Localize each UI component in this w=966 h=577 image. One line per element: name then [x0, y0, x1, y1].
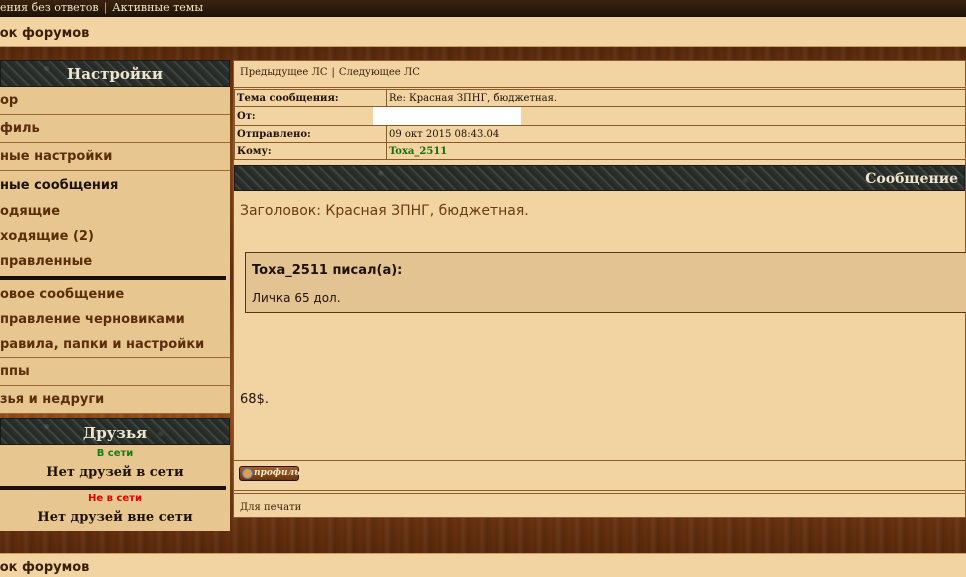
profile-button-label: профиль — [254, 468, 301, 478]
footer-breadcrumb: сок форумов — [0, 553, 966, 577]
subject-value: Re: Красная ЗПНГ, бюджетная. — [386, 89, 966, 107]
sidebar-item-rules-folders[interactable]: равила, папки и настройки — [0, 332, 230, 357]
from-label: От: — [234, 106, 387, 126]
offline-label: Не в сети — [88, 493, 142, 504]
sidebar: Настройки ор филь ные настройки ные сооб… — [0, 60, 230, 531]
to-label: Кому: — [234, 142, 387, 160]
separator: | — [331, 67, 335, 78]
message-header-title: Сообщение — [865, 171, 958, 187]
sidebar-item-sent[interactable]: правленные — [0, 249, 230, 274]
friends-panel: В сети Нет друзей в сети Не в сети Нет д… — [0, 445, 230, 531]
print-link[interactable]: Для печати — [240, 502, 301, 513]
pm-navigation: Предыдущее ЛС | Следующее ЛС — [234, 61, 965, 88]
footer-forum-list-link[interactable]: сок форумов — [0, 560, 89, 575]
separator: | — [103, 1, 108, 14]
message-subject: Заголовок: Красная ЗПНГ, бюджетная. — [240, 203, 529, 219]
message-info-table: Тема сообщения: Re: Красная ЗПНГ, бюджет… — [234, 89, 966, 160]
settings-header: Настройки — [0, 60, 230, 87]
friends-header: Друзья — [0, 418, 230, 445]
active-topics-link[interactable]: Активные темы — [112, 0, 203, 15]
subject-label: Тема сообщения: — [234, 89, 387, 107]
table-row: Кому: Toxa_2511 — [234, 142, 966, 160]
prev-pm-link[interactable]: Предыдущее ЛС — [240, 67, 328, 78]
quote-block: Toxa_2511 писал(а): Личка 65 дол. — [245, 252, 966, 313]
top-links-bar: ения без ответов | Активные темы — [0, 0, 966, 17]
sidebar-item-drafts[interactable]: правление черновиками — [0, 307, 230, 332]
profile-button[interactable]: профиль — [239, 466, 301, 481]
to-cell: Toxa_2511 — [386, 142, 966, 160]
pm-group-title[interactable]: ные сообщения — [0, 171, 230, 199]
online-label: В сети — [96, 448, 134, 459]
pm-group: ные сообщения одящие ходящие (2) правлен… — [0, 171, 230, 358]
message-panel: Предыдущее ЛС | Следующее ЛС Тема сообщени… — [233, 60, 966, 518]
print-row: Для печати — [234, 493, 965, 520]
table-row: От: — [234, 106, 966, 126]
sent-label: Отправлено: — [234, 125, 387, 143]
sidebar-item-overview[interactable]: ор — [0, 87, 230, 115]
redacted-sender — [373, 107, 521, 125]
button-row: профиль — [234, 461, 965, 491]
recipient-link[interactable]: Toxa_2511 — [389, 146, 447, 157]
offline-value: Нет друзей вне сети — [37, 510, 193, 525]
sidebar-item-inbox[interactable]: одящие — [0, 199, 230, 224]
quote-text: Личка 65 дол. — [252, 291, 341, 305]
sidebar-item-outbox[interactable]: ходящие (2) — [0, 224, 230, 249]
forum-list-link[interactable]: сок форумов — [0, 26, 89, 41]
profile-icon — [242, 468, 253, 479]
unanswered-link[interactable]: ения без ответов — [0, 0, 99, 15]
sidebar-item-personal-settings[interactable]: ные настройки — [0, 143, 230, 171]
sidebar-item-new-message[interactable]: овое сообщение — [0, 282, 230, 307]
table-row: Тема сообщения: Re: Красная ЗПНГ, бюджет… — [234, 89, 966, 107]
sidebar-item-groups[interactable]: ппы — [0, 358, 230, 386]
online-value: Нет друзей в сети — [46, 465, 184, 480]
next-pm-link[interactable]: Следующее ЛС — [339, 67, 420, 78]
sidebar-item-profile[interactable]: филь — [0, 115, 230, 143]
message-body: Заголовок: Красная ЗПНГ, бюджетная. Toxa… — [234, 191, 966, 461]
quote-author: Toxa_2511 писал(а): — [252, 263, 403, 278]
message-text: 68$. — [240, 392, 269, 407]
message-header: Сообщение — [234, 165, 965, 191]
table-row: Отправлено: 09 окт 2015 08:43.04 — [234, 125, 966, 143]
breadcrumb-bar: сок форумов — [0, 17, 966, 47]
sidebar-item-friends-foes[interactable]: зья и недруги — [0, 386, 230, 414]
sent-value: 09 окт 2015 08:43.04 — [386, 125, 966, 143]
from-value — [373, 106, 966, 126]
divider — [0, 276, 226, 280]
